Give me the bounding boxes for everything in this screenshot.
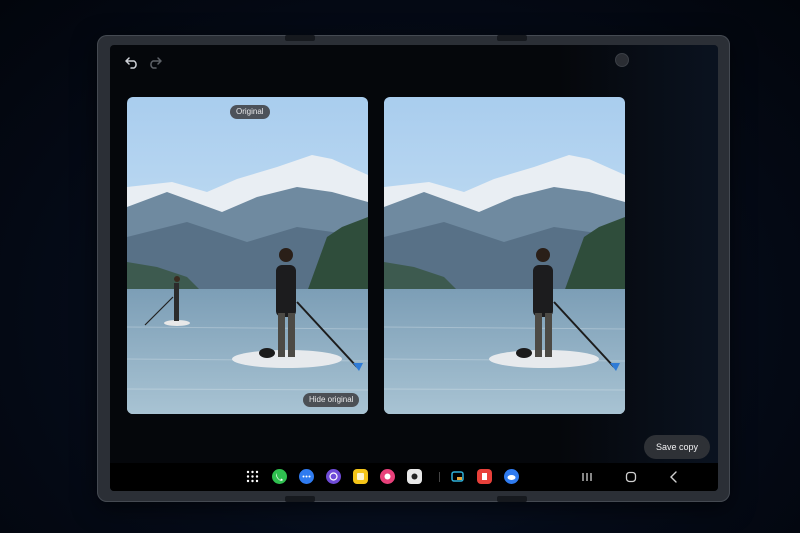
taskbar: [110, 463, 718, 491]
notes-app-icon[interactable]: [353, 469, 368, 484]
recents-nav-icon[interactable]: [580, 470, 594, 484]
edited-photo: [384, 97, 625, 414]
gallery-app-icon[interactable]: [380, 469, 395, 484]
recent-app-1-icon[interactable]: [450, 469, 465, 484]
recent-app-3-icon[interactable]: [504, 469, 519, 484]
messages-app-icon[interactable]: [299, 469, 314, 484]
redo-icon[interactable]: [147, 55, 163, 69]
hinge-top-right: [497, 35, 527, 41]
more-options-icon[interactable]: [615, 53, 629, 67]
save-copy-button[interactable]: Save copy: [644, 435, 710, 459]
hinge-bottom-left: [285, 496, 315, 502]
undo-icon[interactable]: [124, 55, 140, 69]
taskbar-divider: [439, 472, 440, 482]
camera-app-icon[interactable]: [407, 469, 422, 484]
home-nav-icon[interactable]: [624, 470, 638, 484]
internet-app-icon[interactable]: [326, 469, 341, 484]
original-badge: Original: [230, 105, 270, 119]
device-screen: Original Hide original Save copy: [110, 45, 718, 491]
hide-original-button[interactable]: Hide original: [303, 393, 360, 407]
hinge-bottom-right: [497, 496, 527, 502]
original-photo: [127, 97, 368, 414]
apps-grid-icon[interactable]: [245, 469, 260, 484]
back-nav-icon[interactable]: [667, 470, 681, 484]
recent-app-2-icon[interactable]: [477, 469, 492, 484]
hinge-top-left: [285, 35, 315, 41]
phone-app-icon[interactable]: [272, 469, 287, 484]
